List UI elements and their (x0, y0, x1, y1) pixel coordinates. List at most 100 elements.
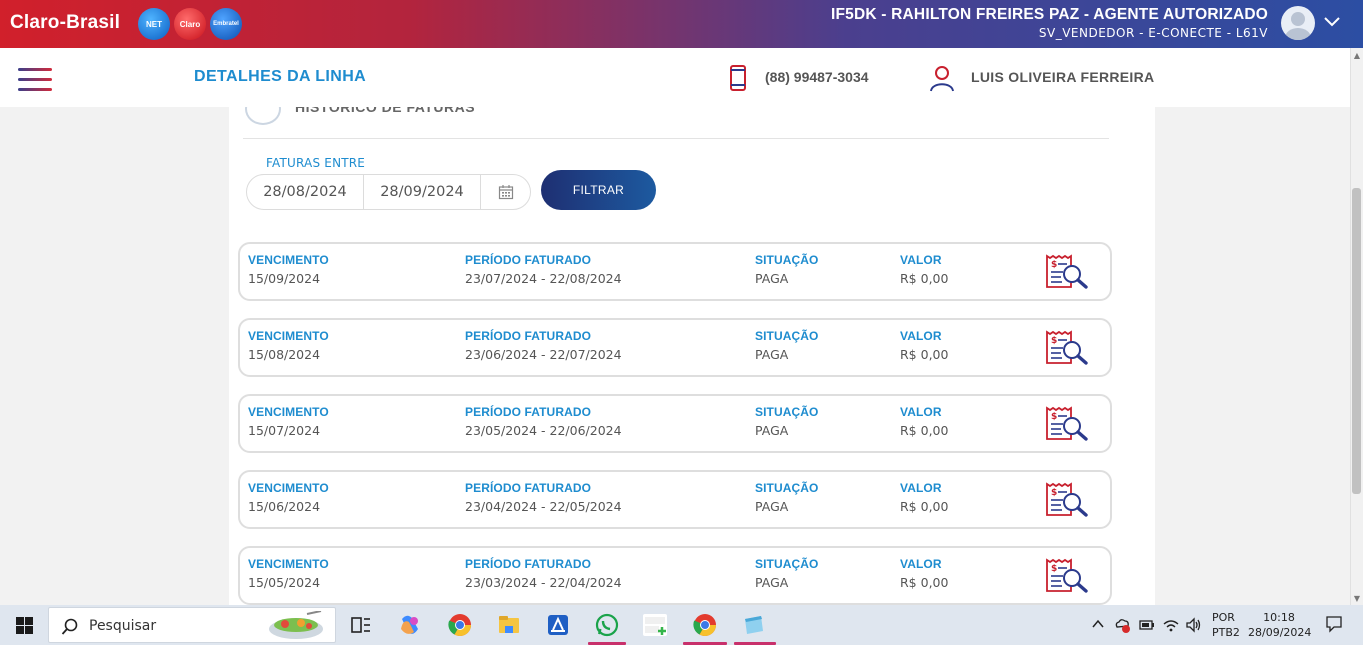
period-label: PERÍODO FATURADO (465, 481, 592, 495)
view-invoice-icon[interactable]: $ (1044, 482, 1090, 518)
view-invoice-icon[interactable]: $ (1044, 558, 1090, 594)
line-phone-number: (88) 99487-3034 (765, 69, 869, 85)
search-placeholder: Pesquisar (89, 618, 157, 634)
period-column: PERÍODO FATURADO 23/04/2024 - 22/05/2024 (465, 481, 622, 514)
period-value: 23/05/2024 - 22/06/2024 (465, 423, 622, 438)
date-from-field[interactable]: 28/08/2024 (247, 175, 364, 209)
scroll-up-icon[interactable]: ▲ (1354, 51, 1360, 60)
scrollbar-thumb[interactable] (1352, 188, 1361, 494)
notepad-icon[interactable] (741, 613, 767, 637)
period-value: 23/03/2024 - 22/04/2024 (465, 575, 622, 590)
claro-brasil-logo[interactable]: Claro-Brasil (10, 12, 120, 34)
amount-value: R$ 0,00 (900, 423, 949, 438)
due-column: VENCIMENTO 15/08/2024 (248, 329, 329, 362)
invoice-row[interactable]: VENCIMENTO 15/09/2024 PERÍODO FATURADO 2… (238, 242, 1112, 301)
input-language[interactable]: POR PTB2 (1212, 610, 1240, 640)
value-label: VALOR (900, 329, 942, 343)
status-value: PAGA (755, 499, 789, 514)
period-column: PERÍODO FATURADO 23/03/2024 - 22/04/2024 (465, 557, 622, 590)
agent-subtitle: SV_VENDEDOR - E-CONECTE - L61V (1038, 26, 1268, 40)
cloud-sync-error-icon[interactable] (1113, 616, 1131, 634)
windows-taskbar: Pesquisar POR PTB2 10:18 28/09/2024 (0, 605, 1363, 645)
amount-value: R$ 0,00 (900, 347, 949, 362)
task-view-icon[interactable] (348, 613, 374, 637)
value-label: VALOR (900, 481, 942, 495)
keyboard-layout: PTB2 (1212, 626, 1240, 639)
value-column: VALOR R$ 0,00 (900, 481, 948, 514)
view-invoice-icon[interactable]: $ (1044, 330, 1090, 366)
brand-badges: NET Claro Embratel (138, 8, 242, 40)
history-title: HISTÓRICO DE FATURAS (295, 107, 476, 115)
filter-label: FATURAS ENTRE (266, 156, 366, 170)
food-bowl-icon (269, 611, 323, 639)
period-label: PERÍODO FATURADO (465, 557, 592, 571)
status-column: SITUAÇÃO PAGA (755, 481, 818, 514)
svg-text:$: $ (1051, 260, 1057, 270)
menu-icon[interactable] (18, 68, 52, 98)
mobile-phone-icon (730, 65, 746, 91)
status-label: SITUAÇÃO (755, 329, 819, 343)
calendar-button[interactable] (481, 184, 530, 200)
invoice-row[interactable]: VENCIMENTO 15/06/2024 PERÍODO FATURADO 2… (238, 470, 1112, 529)
status-label: SITUAÇÃO (755, 481, 819, 495)
page-title: DETALHES DA LINHA (194, 68, 367, 85)
filter-button[interactable]: FILTRAR (541, 170, 656, 210)
due-label: VENCIMENTO (248, 405, 329, 419)
status-value: PAGA (755, 423, 789, 438)
due-column: VENCIMENTO 15/09/2024 (248, 253, 329, 286)
value-label: VALOR (900, 405, 942, 419)
notification-icon[interactable] (1325, 615, 1343, 633)
clock-date: 28/09/2024 (1248, 626, 1312, 639)
calendar-icon (498, 185, 513, 200)
user-icon (930, 66, 954, 92)
due-column: VENCIMENTO 15/07/2024 (248, 405, 329, 438)
svg-text:$: $ (1051, 412, 1057, 422)
status-value: PAGA (755, 271, 789, 286)
value-column: VALOR R$ 0,00 (900, 557, 948, 590)
period-column: PERÍODO FATURADO 23/07/2024 - 22/08/2024 (465, 253, 622, 286)
scroll-down-icon[interactable]: ▼ (1354, 594, 1360, 603)
due-column: VENCIMENTO 15/06/2024 (248, 481, 329, 514)
divider (243, 138, 1109, 139)
taskbar-search[interactable]: Pesquisar (48, 607, 336, 643)
amount-value: R$ 0,00 (900, 271, 949, 286)
status-label: SITUAÇÃO (755, 253, 819, 267)
view-invoice-icon[interactable]: $ (1044, 254, 1090, 290)
whatsapp-icon[interactable] (594, 613, 620, 637)
invoice-row[interactable]: VENCIMENTO 15/07/2024 PERÍODO FATURADO 2… (238, 394, 1112, 453)
net-logo: NET (138, 8, 170, 40)
due-value: 15/06/2024 (248, 499, 321, 514)
file-explorer-icon[interactable] (496, 613, 522, 637)
svg-text:$: $ (1051, 488, 1057, 498)
svg-text:$: $ (1051, 336, 1057, 346)
date-range-picker[interactable]: 28/08/2024 28/09/2024 (246, 174, 531, 210)
invoice-row[interactable]: VENCIMENTO 15/08/2024 PERÍODO FATURADO 2… (238, 318, 1112, 377)
chrome-icon[interactable] (692, 613, 718, 637)
taskbar-clock[interactable]: 10:18 28/09/2024 (1248, 610, 1312, 640)
value-column: VALOR R$ 0,00 (900, 253, 948, 286)
copilot-icon[interactable] (397, 613, 423, 637)
chevron-down-icon[interactable] (1323, 12, 1341, 30)
avatar[interactable] (1281, 6, 1315, 40)
due-value: 15/07/2024 (248, 423, 321, 438)
chrome-icon[interactable] (447, 613, 473, 637)
windows-start-icon[interactable] (16, 617, 33, 634)
date-to-field[interactable]: 28/09/2024 (364, 175, 481, 209)
view-invoice-icon[interactable]: $ (1044, 406, 1090, 442)
sub-header: DETALHES DA LINHA (88) 99487-3034 LUIS O… (0, 48, 1350, 107)
agent-name: IF5DK - RAHILTON FREIRES PAZ - AGENTE AU… (830, 6, 1268, 23)
status-column: SITUAÇÃO PAGA (755, 405, 818, 438)
volume-icon[interactable] (1185, 616, 1203, 634)
battery-icon[interactable] (1138, 616, 1156, 634)
due-label: VENCIMENTO (248, 329, 329, 343)
aquitem-icon[interactable] (642, 613, 668, 637)
value-column: VALOR R$ 0,00 (900, 405, 948, 438)
chevron-up-icon[interactable] (1092, 619, 1104, 629)
invoice-row[interactable]: VENCIMENTO 15/05/2024 PERÍODO FATURADO 2… (238, 546, 1112, 605)
embratel-logo: Embratel (210, 8, 242, 40)
period-label: PERÍODO FATURADO (465, 405, 592, 419)
wifi-icon[interactable] (1162, 616, 1180, 634)
store-icon[interactable] (545, 613, 571, 637)
value-label: VALOR (900, 253, 942, 267)
invoice-history-card: HISTÓRICO DE FATURAS FATURAS ENTRE 28/08… (229, 107, 1155, 605)
